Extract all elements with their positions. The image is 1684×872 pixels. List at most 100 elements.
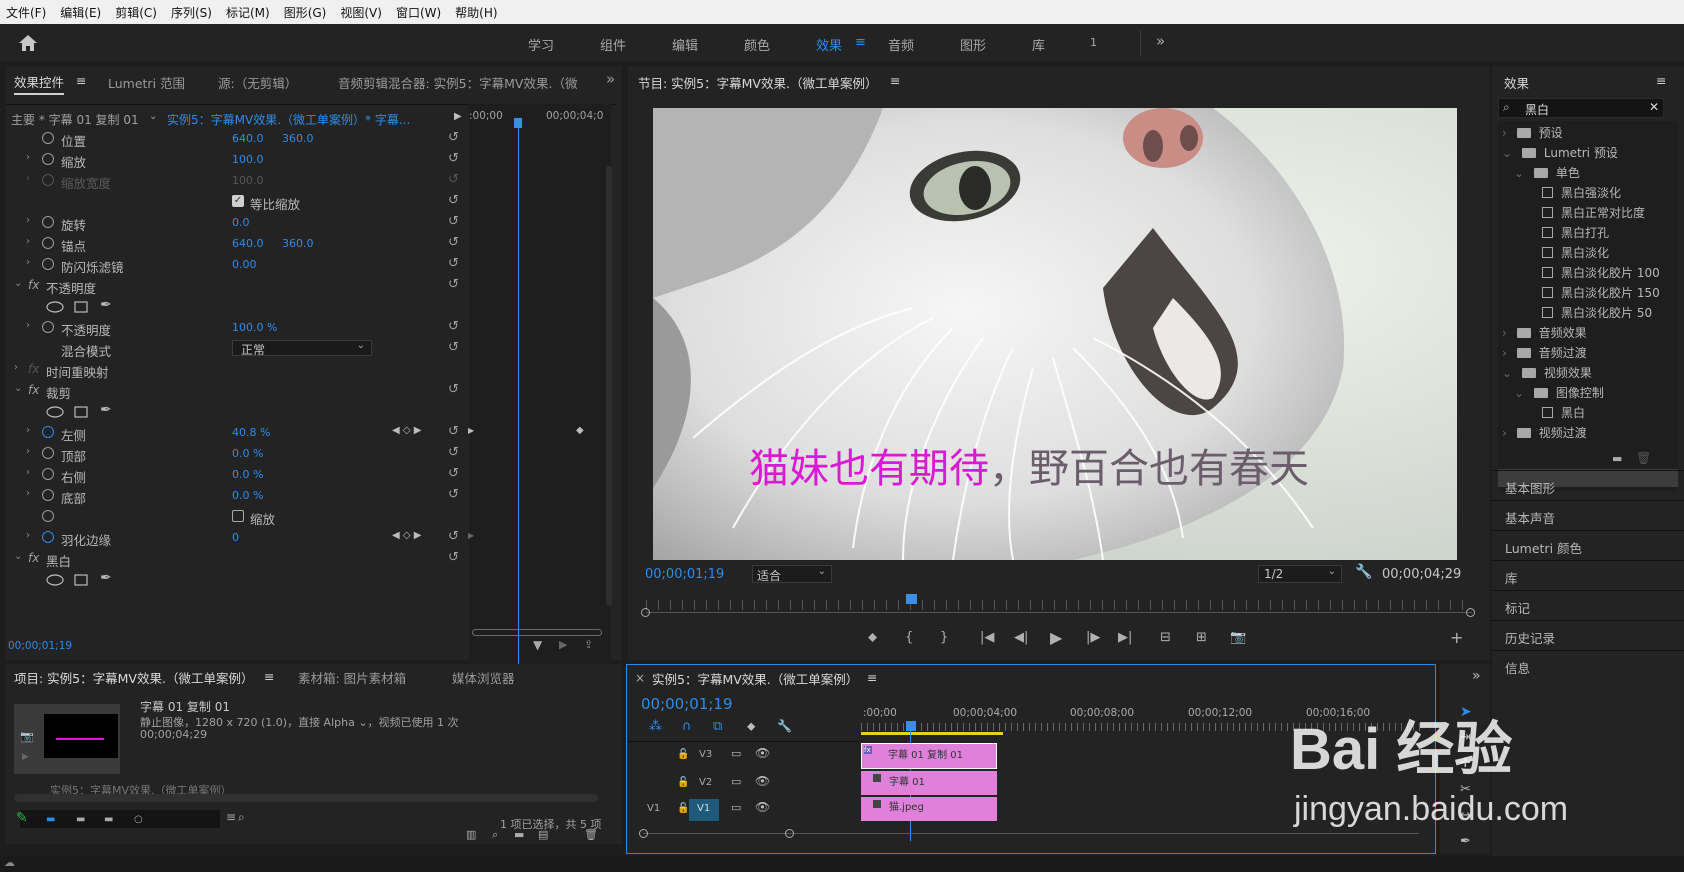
icon-view-icon[interactable]: ▬ <box>76 814 85 825</box>
tab-lumetri-scopes[interactable]: Lumetri 范围 <box>108 73 185 92</box>
program-playhead[interactable] <box>906 594 917 604</box>
tab-effect-controls[interactable]: 效果控件 <box>14 72 65 95</box>
step-back-icon[interactable]: ◀| <box>1014 630 1028 645</box>
effects-title[interactable]: 效果 <box>1504 73 1529 92</box>
panel-essential-sound[interactable]: 基本声音 <box>1505 508 1555 527</box>
eye-icon[interactable]: 👁 <box>755 774 770 788</box>
ripple-edit-icon[interactable]: ✛ <box>1460 756 1471 771</box>
pen-mask-icon[interactable]: ✒ <box>100 570 112 586</box>
workspace-libraries[interactable]: 库 <box>1032 35 1045 54</box>
uniform-scale-checkbox[interactable]: ✓ <box>232 195 244 207</box>
export-icon[interactable]: ⇪ <box>584 638 593 651</box>
zoom-checkbox[interactable] <box>232 510 244 522</box>
panel-lumetri-color[interactable]: Lumetri 颜色 <box>1505 538 1582 557</box>
play-icon[interactable]: ▶ <box>1050 628 1062 647</box>
clip-thumbnail[interactable]: 📷 ▶ <box>14 704 120 774</box>
keyframe-diamond-icon[interactable]: ◆ <box>576 425 584 436</box>
workspace-color[interactable]: 颜色 <box>744 35 770 54</box>
prop-anchor-point[interactable]: › 锚点 640.0 360.0 ↺ <box>6 233 466 254</box>
clip-v1[interactable]: 猫.jpeg <box>861 797 997 821</box>
section-opacity[interactable]: ⌄ fx 不透明度 ↺ <box>6 275 466 296</box>
panel-markers[interactable]: 标记 <box>1505 598 1530 617</box>
prop-position[interactable]: 位置 640.0 360.0 ↺ <box>6 128 466 149</box>
tree-item-bw-strong-fade[interactable]: 黑白强淡化 <box>1542 184 1621 201</box>
menu-marker[interactable]: 标记(M) <box>226 4 270 21</box>
prop-feather-edges[interactable]: › 羽化边缘 0 ◀ ◇ ▶ ↺ <box>6 527 466 548</box>
project-list[interactable]: 实例5：字幕MV效果.（微工单案例） <box>14 782 598 794</box>
prop-uniform-scale[interactable]: ✓ 等比缩放 ↺ <box>6 191 466 212</box>
fit-select[interactable]: 适合 ⌄ <box>752 565 832 583</box>
snap-icon[interactable]: ∩ <box>682 719 692 734</box>
nest-icon[interactable]: ⁂ <box>649 719 662 734</box>
timeline-ruler[interactable] <box>861 723 1421 731</box>
prop-crop-zoom[interactable]: 缩放 <box>6 506 466 527</box>
pencil-icon[interactable]: ✎ <box>16 810 28 826</box>
section-crop[interactable]: ⌄ fx 裁剪 ↺ <box>6 380 466 401</box>
menu-view[interactable]: 视图(V) <box>340 4 382 21</box>
menu-help[interactable]: 帮助(H) <box>455 4 497 21</box>
step-forward-icon[interactable]: |▶ <box>1086 630 1100 645</box>
panel-libraries[interactable]: 库 <box>1505 568 1518 587</box>
razor-icon[interactable]: ✂ <box>1460 782 1471 797</box>
linked-selection-icon[interactable]: ⧉ <box>713 719 722 734</box>
workspace-more-icon[interactable]: » <box>1156 32 1165 50</box>
sort-icon[interactable]: ≡ <box>226 810 236 824</box>
sync-lock-icon[interactable]: ▭ <box>731 801 741 814</box>
panel-more-icon[interactable]: » <box>606 70 615 88</box>
master-dropdown-icon[interactable]: ⌄ <box>149 111 157 122</box>
panel-essential-graphics[interactable]: 基本图形 <box>1505 478 1555 497</box>
eye-icon[interactable]: 👁 <box>755 746 770 760</box>
clip-v2[interactable]: 字幕 01 <box>861 771 997 795</box>
lock-icon[interactable]: 🔓 <box>677 803 689 814</box>
effects-search[interactable]: ⌕ 黑白 ✕ <box>1498 98 1664 118</box>
wrench-icon[interactable]: 🔧 <box>1355 564 1372 580</box>
tree-item-monochrome[interactable]: ⌄ 单色 <box>1514 164 1580 181</box>
lift-icon[interactable]: ⊟ <box>1160 630 1171 645</box>
menu-edit[interactable]: 编辑(E) <box>60 4 101 21</box>
panel-info[interactable]: 信息 <box>1505 658 1530 677</box>
timeline-menu-icon[interactable]: ≡ <box>867 670 877 685</box>
workspace-custom[interactable]: 1 <box>1090 36 1097 49</box>
tree-item-image-control[interactable]: ⌄ 图像控制 <box>1514 384 1604 401</box>
tab-project[interactable]: 项目: 实例5：字幕MV效果.（微工单案例） <box>14 668 253 687</box>
rectangle-mask-icon[interactable] <box>74 301 88 313</box>
section-time-remap[interactable]: › fx 时间重映射 <box>6 359 466 380</box>
tab-bin[interactable]: 素材箱: 图片素材箱 <box>298 668 406 687</box>
tree-item-presets[interactable]: › 预设 <box>1502 124 1563 141</box>
program-menu-icon[interactable]: ≡ <box>890 73 900 88</box>
workspace-effects[interactable]: 效果 <box>816 35 842 54</box>
clear-search-icon[interactable]: ✕ <box>1649 100 1659 114</box>
effects-menu-icon[interactable]: ≡ <box>1656 73 1666 88</box>
zoom-slider-icon[interactable]: ○ <box>134 814 143 825</box>
timeline-zoom-bar[interactable] <box>643 833 1419 834</box>
workspace-graphics[interactable]: 图形 <box>960 35 986 54</box>
tree-item-video-effects[interactable]: ⌄ 视频效果 <box>1502 364 1592 381</box>
menu-window[interactable]: 窗口(W) <box>396 4 441 21</box>
menu-file[interactable]: 文件(F) <box>6 4 46 21</box>
workspace-audio[interactable]: 音频 <box>888 35 914 54</box>
tab-source[interactable]: 源:（无剪辑） <box>218 73 297 92</box>
tree-item-audio-transitions[interactable]: › 音频过渡 <box>1502 344 1587 361</box>
work-area-bar[interactable] <box>861 732 1003 735</box>
tree-item-bw-fade-film-150[interactable]: 黑白淡化胶片 150 <box>1542 284 1660 301</box>
keyframe-marker-icon[interactable]: ▶ <box>468 426 474 435</box>
zoom-handle-right[interactable] <box>785 829 794 838</box>
close-icon[interactable]: × <box>635 671 645 685</box>
timeline-title[interactable]: 实例5：字幕MV效果.（微工单案例） <box>652 669 858 688</box>
ec-timecode[interactable]: 00;00;01;19 <box>8 640 72 652</box>
tab-menu-icon[interactable]: ≡ <box>76 73 86 88</box>
prop-scale[interactable]: › 缩放 100.0 ↺ <box>6 149 466 170</box>
playback-icon[interactable]: ▶ <box>559 638 567 651</box>
effects-search-input[interactable]: 黑白 <box>1525 101 1549 118</box>
timeline-playhead[interactable] <box>906 721 916 731</box>
tab-media-browser[interactable]: 媒体浏览器 <box>452 668 515 687</box>
timeline-timecode[interactable]: 00;00;01;19 <box>641 695 733 713</box>
tree-item-audio-effects[interactable]: › 音频效果 <box>1502 324 1587 341</box>
list-view-icon[interactable]: ▬ <box>46 814 55 825</box>
mini-timeline[interactable] <box>469 104 611 688</box>
rectangle-mask-icon[interactable] <box>74 574 88 586</box>
scrollbar[interactable] <box>606 166 612 606</box>
section-black-white[interactable]: ⌄ fx 黑白 ↺ <box>6 548 466 569</box>
prop-blend-mode[interactable]: 混合模式 正常 ⌄ ↺ <box>6 338 466 359</box>
program-monitor-title[interactable]: 节目: 实例5：字幕MV效果.（微工单案例） <box>638 73 877 92</box>
